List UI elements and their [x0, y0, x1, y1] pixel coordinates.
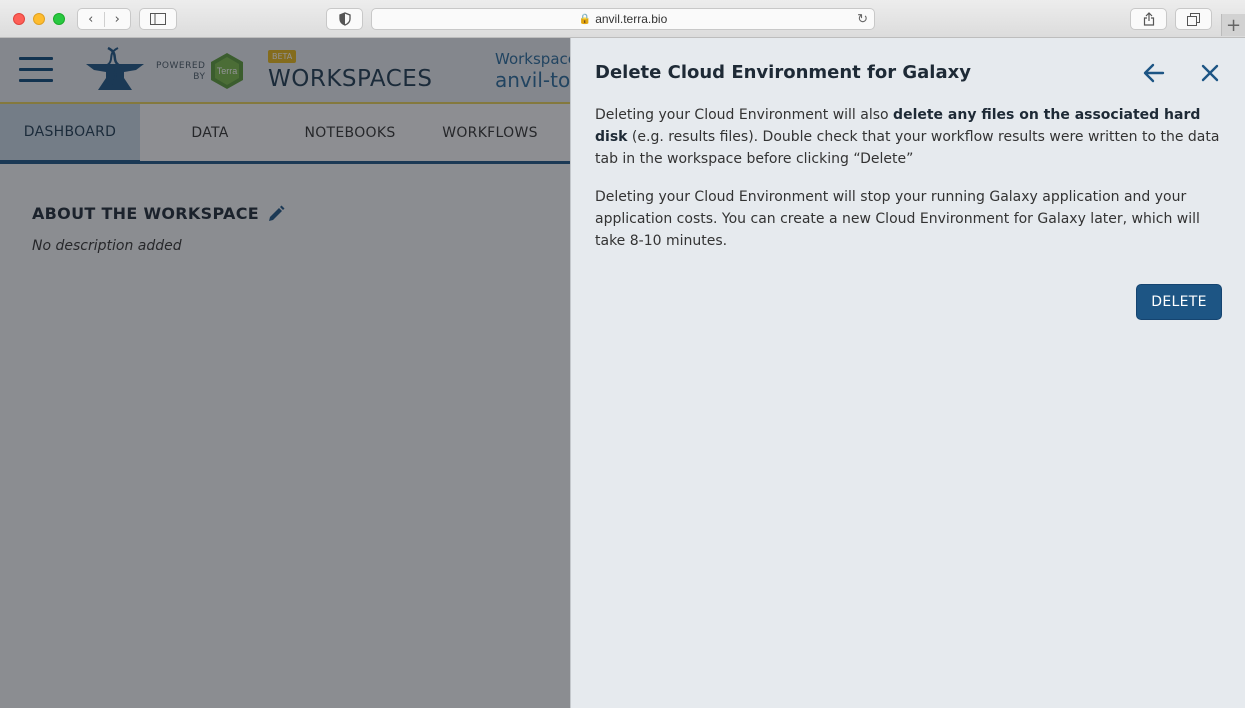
lock-icon: 🔒: [578, 13, 592, 25]
forward-nav-button[interactable]: ›: [105, 12, 131, 27]
minimize-window-button[interactable]: [33, 13, 45, 25]
browser-toolbar: ‹ › 🔒 anvil.terra.bio ↻ +: [0, 0, 1245, 38]
sidebar-toggle-button[interactable]: [139, 8, 177, 30]
address-bar[interactable]: 🔒 anvil.terra.bio ↻: [371, 8, 875, 30]
share-button[interactable]: [1130, 8, 1167, 30]
history-nav: ‹ ›: [77, 8, 131, 30]
url-text: anvil.terra.bio: [595, 12, 668, 26]
sidebar-icon: [150, 13, 166, 25]
delete-info-paragraph: Deleting your Cloud Environment will sto…: [595, 189, 1200, 249]
back-nav-button[interactable]: ‹: [78, 11, 105, 27]
privacy-report-button[interactable]: [326, 8, 363, 30]
zoom-window-button[interactable]: [53, 13, 65, 25]
arrow-left-icon: [1143, 63, 1165, 83]
back-button[interactable]: [1141, 60, 1167, 86]
close-window-button[interactable]: [13, 13, 25, 25]
delete-button[interactable]: DELETE: [1136, 284, 1222, 320]
tabs-icon: [1187, 12, 1200, 26]
drawer-title: Delete Cloud Environment for Galaxy: [595, 62, 971, 83]
new-tab-button[interactable]: +: [1221, 14, 1245, 36]
tab-overview-button[interactable]: [1175, 8, 1212, 30]
reload-icon[interactable]: ↻: [857, 11, 868, 27]
delete-environment-drawer: Delete Cloud Environment for Galaxy Dele…: [570, 38, 1245, 708]
shield-icon: [338, 12, 351, 26]
close-icon: [1201, 64, 1219, 82]
delete-warning-paragraph: Deleting your Cloud Environment will als…: [595, 107, 1220, 167]
close-button[interactable]: [1197, 60, 1223, 86]
share-icon: [1143, 12, 1154, 26]
